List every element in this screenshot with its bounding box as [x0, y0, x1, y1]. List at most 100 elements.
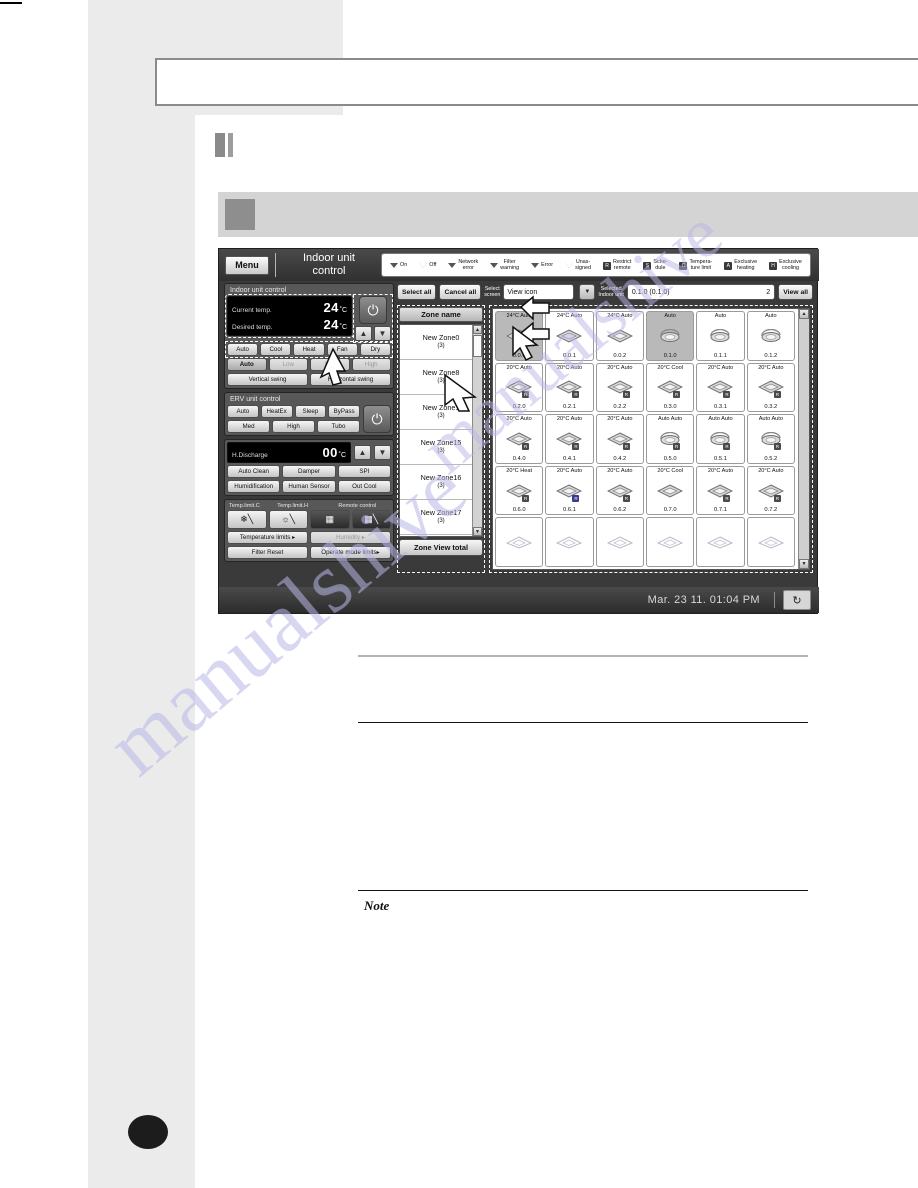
zone-list-item[interactable]: New Zone15 (3) — [400, 430, 482, 465]
remote-disabled-icon[interactable]: ▦╲ — [351, 510, 391, 529]
temp-up-button[interactable]: ▲ — [355, 326, 372, 341]
unit-cell[interactable]: Auto 0.1.1 — [696, 311, 745, 361]
zone-list-item[interactable]: New Zone8 (3) — [400, 360, 482, 395]
scroll-up-icon[interactable]: ▲ — [473, 325, 482, 334]
unit-cell-status: 20°C Auto — [506, 416, 532, 423]
limits-button-filter-reset[interactable]: Filter Reset — [227, 546, 308, 559]
indoor-power-button[interactable]: ⏻ — [359, 296, 387, 324]
option-button-out-cool[interactable]: Out Cool — [337, 480, 391, 493]
erv-button-high[interactable]: High — [272, 420, 315, 433]
discharge-up-button[interactable]: ▲ — [354, 445, 371, 460]
fan-speed-mid[interactable]: Mid — [310, 358, 350, 371]
scroll-down-icon[interactable]: ▼ — [473, 527, 482, 536]
box-S-icon: S — [643, 261, 652, 270]
limits-button-operate-mode-limits[interactable]: Operate mode limits▸ — [310, 546, 391, 559]
box-S-icon: S — [643, 261, 652, 270]
mode-button-cool[interactable]: Cool — [260, 343, 292, 356]
zone-list-item[interactable]: New Zone1 (3) — [400, 395, 482, 430]
unit-cell[interactable]: 20°C Auto R 0.7.2 — [746, 465, 795, 516]
page-number-badge — [128, 1115, 168, 1149]
unit-cell-address: 0.6.0 — [512, 507, 526, 514]
zone-list-item[interactable]: New Zone16 (3) — [400, 465, 482, 500]
unit-cell[interactable]: 24°C Auto 0.0.0 — [495, 311, 544, 361]
unit-cell[interactable]: 20°C Cool 0.7.0 — [645, 465, 695, 516]
discharge-down-button[interactable]: ▼ — [374, 445, 391, 460]
cassette-icon: R — [757, 484, 784, 502]
erv-power-button[interactable]: ⏻ — [363, 405, 391, 433]
erv-button-bypass[interactable]: ByPass — [328, 405, 360, 418]
option-button-human-sensor[interactable]: Human Sensor — [282, 480, 336, 493]
mode-button-fan[interactable]: Fan — [326, 343, 358, 356]
view-all-button[interactable]: View all — [778, 284, 813, 300]
swing-row: Vertical swing Horizontal swing — [227, 373, 391, 386]
cancel-all-button[interactable]: Cancel all — [439, 284, 482, 300]
unit-cell[interactable]: Auto Auto R 0.5.1 — [696, 414, 745, 464]
unit-cell[interactable]: 20°C Auto R 0.2.0 — [495, 362, 544, 413]
selected-unit-field[interactable]: 0.1.0 (0.1.0) 2 — [626, 284, 776, 300]
erv-button-sleep[interactable]: Sleep — [294, 405, 327, 418]
arrow-outline-icon — [565, 261, 574, 270]
unit-cell[interactable]: 20°C Auto R 0.6.2 — [595, 465, 644, 516]
unit-cell[interactable]: 20°C Auto R 0.3.2 — [746, 362, 795, 413]
unit-cell-address: 0.0.2 — [613, 352, 627, 359]
fan-speed-auto[interactable]: Auto — [227, 358, 267, 371]
option-button-damper[interactable]: Damper — [282, 465, 336, 478]
unit-cell[interactable]: 20°C Auto R 0.3.1 — [696, 362, 745, 413]
unit-cell[interactable]: 20°C Auto R 0.6.1 — [545, 465, 594, 516]
unit-cell[interactable] — [696, 517, 745, 567]
temp-down-button[interactable]: ▼ — [374, 326, 391, 341]
erv-button-tubo[interactable]: Tubo — [317, 420, 360, 433]
chevron-down-icon[interactable]: ▼ — [579, 284, 596, 300]
menu-button[interactable]: Menu — [225, 256, 269, 275]
zone-list[interactable]: New Zone0 (3) New Zone8 (3) New Zone1 (3) New … — [399, 324, 483, 537]
refresh-icon[interactable]: ↻ — [783, 590, 811, 610]
select-all-button[interactable]: Select all — [397, 284, 437, 300]
zone-list-item[interactable]: New Zone0 (3) — [400, 325, 482, 360]
unit-cell[interactable]: 20°C Auto R 0.7.1 — [696, 465, 745, 516]
unit-cell[interactable]: 20°C Cool R 0.3.0 — [645, 362, 695, 413]
unit-cell[interactable]: 20°C Auto R 0.4.1 — [545, 414, 594, 464]
option-button-auto-clean[interactable]: Auto Clean — [227, 465, 281, 478]
limits-button-humidity[interactable]: Humidity ▸ — [310, 531, 391, 544]
snowflake-limit-icon[interactable]: ❄╲ — [227, 510, 267, 529]
scroll-up-icon[interactable]: ▲ — [799, 309, 809, 319]
unit-cell[interactable]: 20°C Auto R 0.4.0 — [495, 414, 544, 464]
sun-limit-icon[interactable]: ☼╲ — [268, 510, 308, 529]
unit-cell[interactable]: Auto 0.1.0 — [645, 311, 695, 361]
zone-scroll-thumb[interactable] — [473, 335, 482, 357]
unit-cell[interactable] — [545, 517, 594, 567]
unit-cell[interactable] — [645, 517, 695, 567]
fan-speed-high[interactable]: High — [351, 358, 391, 371]
fan-speed-low[interactable]: Low — [268, 358, 308, 371]
limits-button-temperature-limits[interactable]: Temperature limits ▸ — [227, 531, 308, 544]
zone-view-total-button[interactable]: Zone View total — [399, 539, 483, 556]
remote-enabled-icon[interactable]: ▦ — [310, 510, 350, 529]
unit-cell[interactable]: 20°C Heat R 0.6.0 — [495, 465, 544, 516]
unit-cell[interactable] — [495, 517, 544, 567]
erv-button-heatex[interactable]: HeatEx — [260, 405, 293, 418]
unit-cell[interactable]: 24°C Auto 0.0.2 — [595, 311, 644, 361]
unit-cell[interactable] — [595, 517, 644, 567]
zone-list-item[interactable]: New Zone17 (3) — [400, 500, 482, 535]
zone-scrollbar[interactable]: ▲ ▼ — [472, 325, 482, 536]
view-mode-select[interactable]: View icon — [503, 284, 575, 300]
unit-cell[interactable]: 20°C Auto R 0.2.2 — [595, 362, 644, 413]
unit-cell[interactable]: 20°C Auto R 0.4.2 — [595, 414, 644, 464]
grid-scrollbar[interactable]: ▲ ▼ — [798, 309, 809, 569]
swing-button-vertical-swing[interactable]: Vertical swing — [227, 373, 308, 386]
unit-cell[interactable]: Auto 0.1.2 — [746, 311, 795, 361]
unit-cell[interactable]: Auto Auto R 0.5.0 — [645, 414, 695, 464]
erv-button-auto[interactable]: Auto — [227, 405, 259, 418]
unit-cell[interactable] — [746, 517, 795, 567]
mode-button-auto[interactable]: Auto — [227, 343, 259, 356]
erv-button-med[interactable]: Med — [227, 420, 270, 433]
unit-cell[interactable]: Auto Auto R 0.5.2 — [746, 414, 795, 464]
unit-cell[interactable]: 24°C Auto 0.0.1 — [545, 311, 594, 361]
mode-button-heat[interactable]: Heat — [293, 343, 325, 356]
unit-cell[interactable]: 20°C Auto R 0.2.1 — [545, 362, 594, 413]
option-button-humidification[interactable]: Humidification — [227, 480, 281, 493]
swing-button-horizontal-swing[interactable]: Horizontal swing — [310, 373, 391, 386]
option-button-spi[interactable]: SPI — [337, 465, 391, 478]
scroll-down-icon[interactable]: ▼ — [799, 559, 809, 569]
mode-button-dry[interactable]: Dry — [359, 343, 392, 356]
